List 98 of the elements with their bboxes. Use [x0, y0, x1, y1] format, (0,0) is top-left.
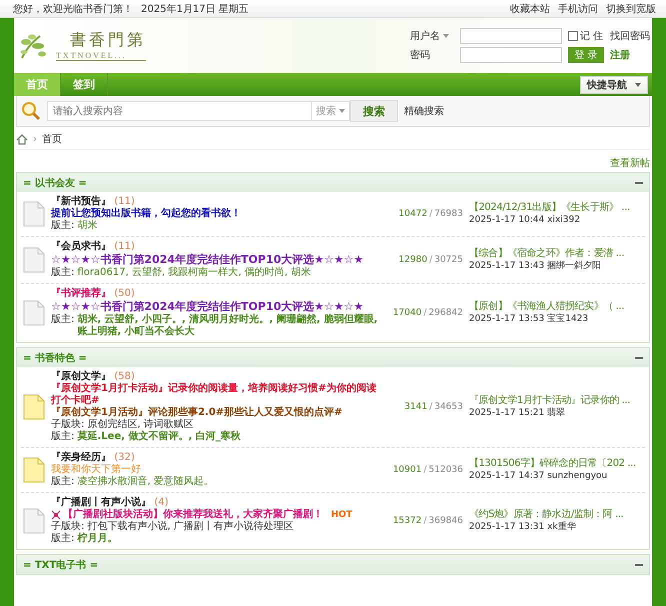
subforums-label: 子版块: [51, 521, 84, 532]
username-field[interactable] [460, 28, 562, 44]
password-field[interactable] [460, 47, 562, 63]
post-count: 76983 [434, 209, 463, 219]
subforums-text: 原创完结区, 诗词歌赋区 [87, 419, 194, 430]
last-post-meta: 2025-1-17 14:37 sunzhengyou [469, 470, 608, 483]
recover-password-link[interactable]: 找回密码 [610, 29, 650, 43]
remember-checkbox[interactable] [568, 31, 578, 41]
forum-name-link[interactable]: 『新书预告』 [51, 196, 111, 207]
post-count: 369846 [428, 516, 463, 526]
logo-title: 書香門第 [69, 30, 146, 51]
moderators-label: 版主: [51, 476, 74, 488]
thread-count: 10472 [398, 209, 428, 219]
password-label: 密码 [410, 48, 431, 62]
search-type-dropdown[interactable]: 搜索 [312, 101, 350, 121]
post-count: 512036 [428, 465, 463, 475]
remember-label: 记 住 [580, 30, 604, 43]
moderators-text: flora0617, 云望舒, 我跟柯南一样大, 偶的时尚, 胡米 [77, 267, 311, 279]
moderators-label: 版主: [51, 220, 74, 232]
top-link[interactable]: 收藏本站 [510, 2, 550, 16]
last-post-meta: 2025-1-17 13:43 捆绑一斜夕阳 [469, 260, 602, 273]
topic-count: (11) [114, 196, 135, 207]
post-count: 30725 [434, 255, 463, 265]
stats-separator: / [429, 209, 432, 219]
stats-separator: / [429, 402, 432, 412]
moderators-text: 胡米 [77, 220, 98, 232]
search-button[interactable]: 搜索 [350, 100, 398, 122]
register-link[interactable]: 注册 [610, 48, 630, 62]
last-post-meta: 2025-1-17 15:21 翡翠 [469, 407, 566, 420]
search-field[interactable]: 请输入搜索内容 [47, 101, 312, 121]
login-button[interactable]: 登 录 [568, 47, 604, 63]
post-count: 34653 [434, 402, 463, 412]
post-count: 296842 [428, 308, 463, 318]
moderators-text: 莫延.Lee, 做文不留评。, 白河_寒秋 [77, 431, 241, 443]
last-post-link[interactable]: 【2024/12/31出版】《生长于斯》 ... [469, 201, 630, 214]
thread-count: 3141 [404, 402, 428, 412]
welcome-text: 您好，欢迎光临书香门第！ [13, 2, 133, 16]
topic-count: (32) [114, 452, 135, 463]
caret-icon [443, 34, 449, 38]
moderators-label: 版主: [51, 267, 74, 279]
username-dropdown[interactable]: 用户名 [410, 29, 454, 43]
breadcrumb-separator: › [33, 134, 37, 144]
last-post-link[interactable]: 【1301506字】碎碎念的日常〔202 ... [469, 457, 636, 470]
thread-count: 17040 [392, 308, 422, 318]
quick-nav-button[interactable]: 快捷导航 [580, 76, 648, 94]
hot-label: HOT [331, 509, 352, 521]
topic-count: (11) [114, 241, 135, 252]
moderators-label: 版主: [51, 431, 74, 443]
stats-separator: / [424, 308, 427, 318]
stats-separator: / [424, 465, 427, 475]
date-text: 2025年1月17日 星期五 [141, 2, 249, 16]
featured-thread-link[interactable]: ☆★☆★☆书香门第2024年度完结佳作TOP10大评选★☆★☆★ [51, 253, 364, 267]
featured-thread-link[interactable]: 提前让您预知出版书籍，勾起您的看书欲！ [51, 208, 241, 220]
last-post-link[interactable]: 【原创】《书海渔人猎拐纪实》（ ... [469, 300, 624, 313]
stats-separator: / [424, 516, 427, 526]
breadcrumb-link[interactable]: 首页 [42, 132, 62, 146]
featured-thread-link[interactable]: 【广播剧社版块活动】你来推荐我送礼，大家齐聚广播剧！ [63, 509, 323, 521]
forum-name-link[interactable]: 『广播剧丨有声小说』 [51, 497, 151, 508]
moderators-label: 版主: [51, 533, 74, 545]
top-link[interactable]: 手机访问 [558, 2, 598, 16]
last-post-meta: 2025-1-17 13:53 宝宝1423 [469, 313, 590, 326]
logo-subtitle: TXTNOVEL... [56, 51, 128, 60]
last-post-link[interactable]: 《约S炮》原著：静水边/监制：阿 ... [469, 508, 624, 521]
subforums-text: 打包下载有声小说, 广播剧丨有声小说待处理区 [87, 521, 294, 532]
last-post-meta: 2025-1-17 13:31 xk重华 [469, 521, 577, 534]
thread-count: 15372 [392, 516, 422, 526]
new-posts-link[interactable]: 查看新帖 [610, 158, 650, 169]
subforums-label: 子版块: [51, 419, 84, 430]
precise-search-link[interactable]: 精确搜索 [404, 104, 444, 118]
moderators-text: 柠月月。 [77, 533, 118, 545]
forum-name-link[interactable]: 『亲身经历』 [51, 452, 111, 463]
thread-count: 12980 [398, 255, 428, 265]
moderators-text: 胡米, 云望舒, 小四子。, 清风明月好时光。, 阑珊翩然, 脆弱但耀眼, 账上明猪, 小町当不会长大 [77, 314, 379, 338]
section-title[interactable]: = TXT电子书 = [23, 558, 98, 572]
featured-thread-link[interactable]: ☆★☆★☆书香门第2024年度完结佳作TOP10大评选★☆★☆★ [51, 300, 364, 314]
section-title[interactable]: = 以书会友 = [23, 176, 87, 190]
thread-count: 10901 [392, 465, 422, 475]
home-icon[interactable] [16, 134, 28, 144]
featured-thread-link[interactable]: 『原创文学1月打卡活动』记录你的阅读量，培养阅读好习惯#为你的阅读打个卡吧# [51, 383, 385, 407]
topic-count: (58) [114, 371, 135, 382]
topic-count: (50) [114, 288, 135, 299]
last-post-link[interactable]: 『原创文学1月打卡活动』记录你的 ... [469, 394, 630, 407]
topic-count: (4) [154, 497, 168, 508]
top-link[interactable]: 切换到宽版 [606, 2, 656, 16]
last-post-meta: 2025-1-17 10:44 xixi392 [469, 214, 582, 227]
last-post-link[interactable]: 【综合】《宿命之环》作者：爱潜 ... [469, 247, 624, 260]
caret-icon [635, 82, 641, 86]
forum-name-link[interactable]: 『书评推荐』 [51, 288, 111, 299]
forum-name-link[interactable]: 『会员求书』 [51, 241, 111, 252]
featured-thread-link[interactable]: 『原创文学1月活动』评论那些事2.0#那些让人又爱又恨的点评# [51, 407, 342, 419]
section-title[interactable]: = 书香特色 = [23, 350, 87, 364]
moderators-text: 凌空拂水散洄音, 爱意随风起。 [77, 476, 214, 488]
moderators-label: 版主: [51, 314, 74, 326]
stats-separator: / [429, 255, 432, 265]
search-icon [21, 101, 41, 121]
leaf-logo-icon [18, 32, 48, 60]
caret-icon [339, 109, 345, 113]
forum-name-link[interactable]: 『原创文学』 [51, 371, 111, 382]
